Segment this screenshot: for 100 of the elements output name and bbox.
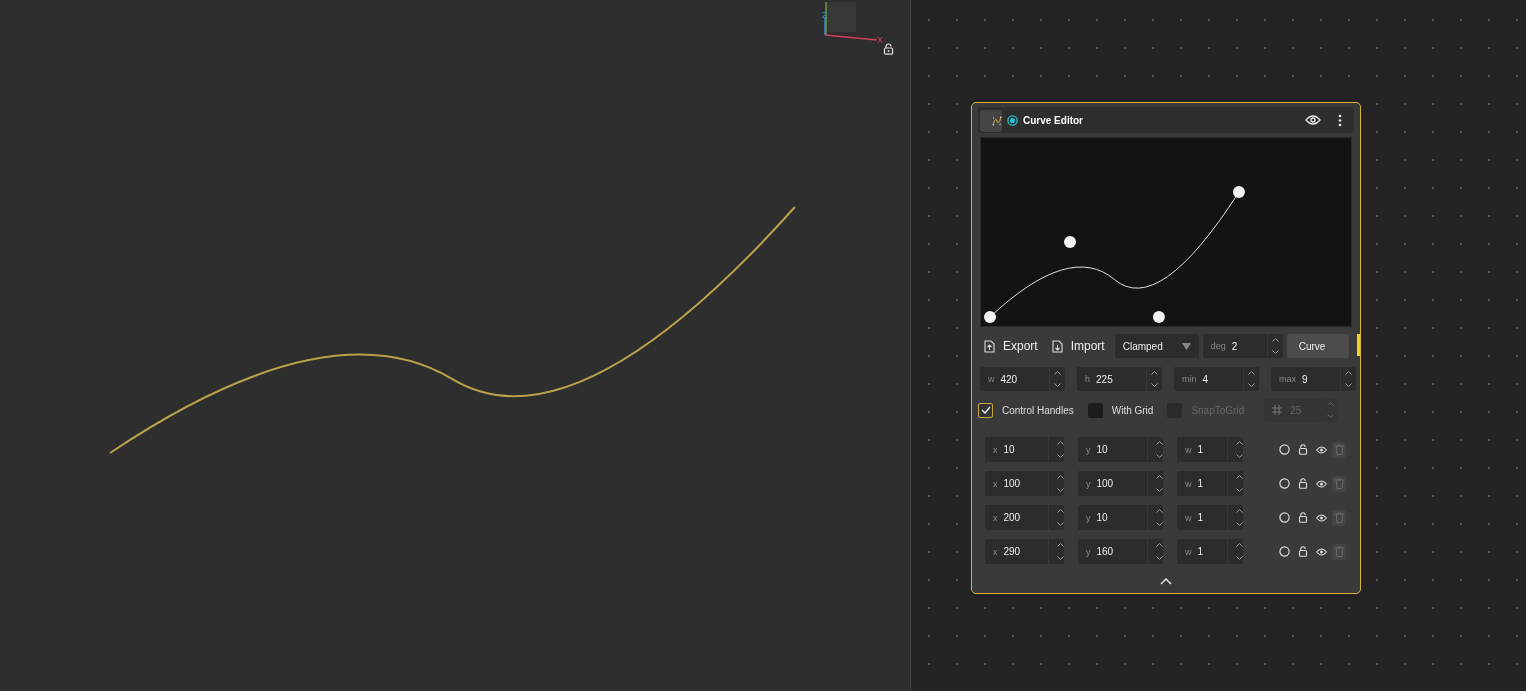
checkmark-icon [980, 406, 991, 414]
x-field[interactable]: x 200 [985, 505, 1064, 530]
visibility-eye-icon[interactable] [1316, 445, 1327, 454]
chevron-down-icon [1057, 521, 1064, 526]
chevron-up-icon [1248, 371, 1255, 375]
delete-button[interactable] [1332, 509, 1346, 526]
chevron-down-icon [1156, 487, 1163, 492]
unlocked-padlock-icon[interactable] [1298, 512, 1308, 523]
number-field[interactable]: w 420 [980, 367, 1065, 391]
chevron-down-icon [1345, 383, 1352, 387]
y-field[interactable]: y 160 [1078, 539, 1163, 564]
weight-field[interactable]: w 1 [1177, 437, 1243, 462]
delete-button[interactable] [1332, 441, 1346, 458]
node-title: Curve Editor [1023, 114, 1083, 126]
control-point[interactable] [1152, 311, 1165, 323]
visibility-eye-icon[interactable] [1316, 547, 1327, 556]
field-label: w [988, 374, 995, 384]
y-field[interactable]: y 100 [1078, 471, 1163, 496]
collapse-chevron-icon[interactable] [1160, 578, 1172, 585]
chevron-down-icon [1057, 487, 1064, 492]
weight-field[interactable]: w 1 [1177, 505, 1243, 530]
field-value: 1 [1197, 512, 1205, 523]
number-field[interactable]: min 4 [1174, 367, 1259, 391]
import-button[interactable]: Import [1047, 334, 1111, 358]
status-dot-icon [1007, 114, 1018, 126]
x-field[interactable]: x 290 [985, 539, 1064, 564]
field-label: w [1185, 478, 1192, 489]
chevron-down-icon [1236, 453, 1243, 458]
field-label: y [1086, 444, 1091, 455]
x-field[interactable]: x 100 [985, 471, 1064, 496]
degree-field[interactable]: deg 2 [1202, 334, 1283, 358]
trash-icon [1334, 546, 1344, 557]
weight-field[interactable]: w 1 [1177, 471, 1243, 496]
chevron-up-icon [1057, 475, 1064, 480]
curve-button[interactable]: Curve [1286, 334, 1349, 358]
weight-field[interactable]: w 1 [1177, 539, 1243, 564]
more-menu-icon[interactable] [1338, 113, 1342, 127]
circle-icon[interactable] [1279, 478, 1290, 489]
y-field[interactable]: y 10 [1078, 437, 1163, 462]
z-axis-label: Z [822, 10, 828, 20]
field-value: 9 [1302, 373, 1309, 385]
chevron-down-icon [1156, 453, 1163, 458]
field-value: 4 [1202, 373, 1210, 385]
chevron-down-icon [1248, 383, 1255, 387]
visibility-eye-icon[interactable] [1316, 479, 1327, 488]
y-field[interactable]: y 10 [1078, 505, 1163, 530]
chevron-up-icon [1327, 402, 1335, 406]
chevron-down-icon [1271, 350, 1279, 354]
chevron-up-icon [1057, 509, 1064, 514]
field-label: x [993, 478, 998, 489]
trash-icon [1334, 512, 1344, 523]
field-label: x [993, 546, 998, 557]
checkbox[interactable] [978, 402, 993, 418]
field-label: x [993, 444, 998, 455]
unlocked-padlock-icon[interactable] [1298, 444, 1308, 455]
field-value: 290 [1003, 546, 1022, 557]
grid-icon [1272, 405, 1283, 415]
circle-icon[interactable] [1279, 444, 1290, 455]
field-value: 1 [1197, 546, 1205, 557]
unlocked-padlock-icon[interactable] [883, 43, 894, 55]
field-value: 160 [1096, 546, 1115, 557]
field-value: 10 [1003, 444, 1016, 455]
field-value: 1 [1197, 478, 1205, 489]
field-value: 2 [1231, 340, 1239, 352]
field-value: 420 [1000, 373, 1019, 385]
field-value: 1 [1197, 444, 1205, 455]
field-label: y [1086, 546, 1091, 557]
caret-icon [1181, 342, 1191, 350]
checkbox-label: Control Handles [1002, 404, 1074, 416]
number-field[interactable]: max 9 [1271, 367, 1356, 391]
chevron-up-icon [1156, 475, 1163, 480]
visibility-eye-icon[interactable] [1305, 115, 1321, 125]
chevron-up-icon [1236, 441, 1243, 446]
field-label: max [1279, 374, 1296, 384]
x-field[interactable]: x 10 [985, 437, 1064, 462]
field-label: min [1182, 374, 1197, 384]
chevron-down-icon [1054, 383, 1061, 387]
field-value: 100 [1003, 478, 1022, 489]
circle-icon[interactable] [1279, 546, 1290, 557]
chevron-down-icon [1236, 521, 1243, 526]
field-value: 100 [1096, 478, 1115, 489]
circle-icon[interactable] [1279, 512, 1290, 523]
chevron-down-icon [1156, 521, 1163, 526]
delete-button[interactable] [1332, 543, 1346, 560]
control-point[interactable] [984, 311, 996, 323]
mode-dropdown[interactable]: Clamped [1114, 334, 1199, 358]
chevron-up-icon [1236, 543, 1243, 548]
x-axis-label: X [877, 35, 883, 45]
chevron-up-icon [1151, 371, 1158, 375]
number-field[interactable]: h 225 [1077, 367, 1162, 391]
checkbox[interactable] [1087, 402, 1103, 418]
unlocked-padlock-icon[interactable] [1298, 546, 1308, 557]
field-label: x [993, 512, 998, 523]
control-point[interactable] [1232, 186, 1245, 199]
visibility-eye-icon[interactable] [1316, 513, 1327, 522]
control-point[interactable] [1064, 236, 1076, 249]
delete-button[interactable] [1332, 475, 1346, 492]
unlocked-padlock-icon[interactable] [1298, 478, 1308, 489]
export-button[interactable]: Export [980, 334, 1044, 358]
field-value: 200 [1003, 512, 1022, 523]
